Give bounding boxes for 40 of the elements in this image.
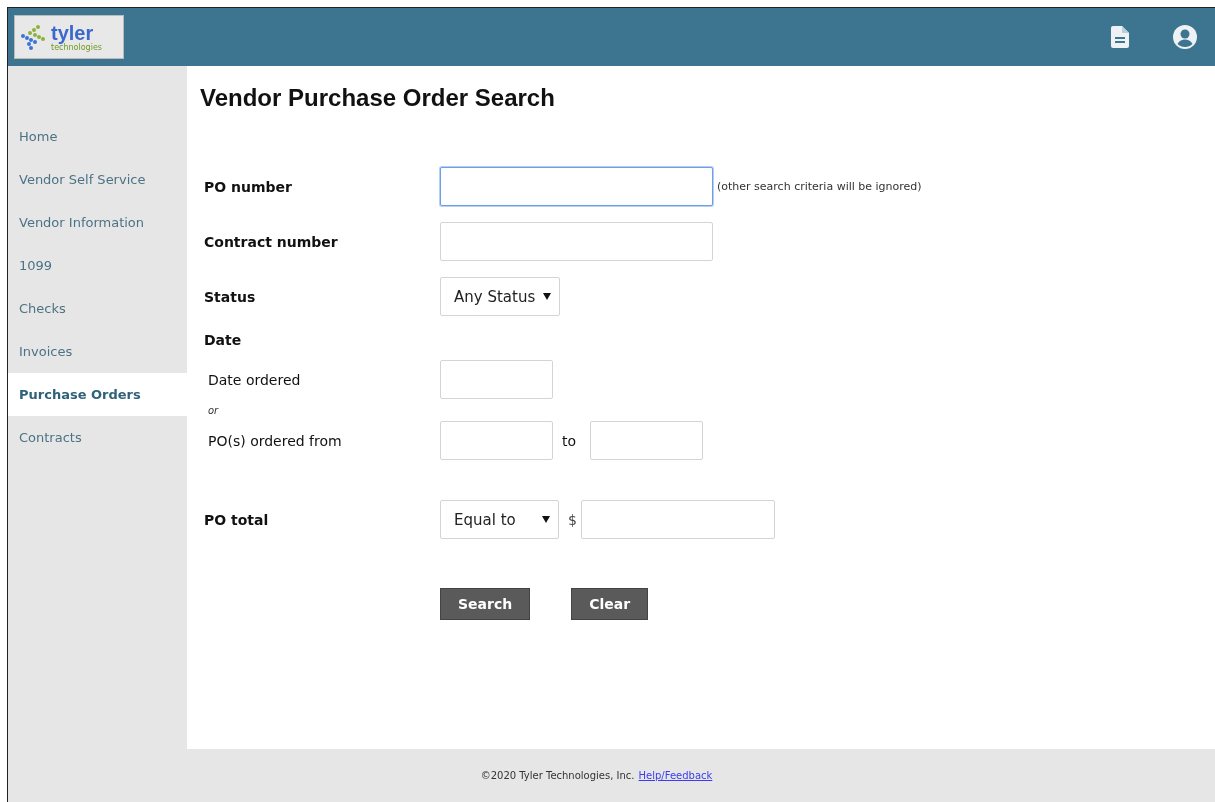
field-label: Date ordered xyxy=(207,371,302,388)
status-dropdown[interactable]: Any Status xyxy=(440,277,560,316)
sidebar-item[interactable]: Home xyxy=(8,115,187,158)
date-field[interactable] xyxy=(440,360,553,399)
sidebar-item[interactable]: 1099 xyxy=(8,244,187,287)
sidebar-item[interactable]: Vendor Information xyxy=(8,201,187,244)
logo-name: tyler xyxy=(51,22,94,43)
clear-button[interactable]: Clear xyxy=(571,588,649,620)
copyright-text: ©2020 Tyler Technologies, Inc. xyxy=(480,770,635,781)
or-label: or xyxy=(207,404,219,416)
section-label: Date xyxy=(204,332,243,348)
currency-sign: $ xyxy=(568,511,577,528)
input-field[interactable] xyxy=(440,167,713,206)
user-icon[interactable] xyxy=(1173,25,1197,49)
range-joiner: to xyxy=(562,432,577,449)
search-button[interactable]: Search xyxy=(440,588,531,620)
field-label: PO number xyxy=(204,178,293,195)
date-field[interactable] xyxy=(440,421,553,460)
caret-icon xyxy=(543,293,551,300)
field-note: (other search criteria will be ignored) xyxy=(717,180,922,193)
sidebar-item[interactable]: Purchase Orders xyxy=(8,373,187,416)
sidebar-item[interactable]: Contracts xyxy=(8,416,187,459)
field-label: Contract number xyxy=(204,233,339,250)
field-label: Status xyxy=(204,288,257,305)
sidebar-item[interactable]: Invoices xyxy=(8,330,187,373)
comparison-dropdown[interactable]: Equal to xyxy=(440,500,559,539)
field-label: PO total xyxy=(204,511,270,528)
sidebar-item[interactable]: Vendor Self Service xyxy=(8,158,187,201)
document-icon[interactable] xyxy=(1111,26,1129,48)
page-title: Vendor Purchase Order Search xyxy=(200,84,556,112)
help-link[interactable]: Help/Feedback xyxy=(638,770,713,781)
input-field[interactable] xyxy=(440,222,713,261)
logo-tagline: technologies xyxy=(51,43,102,52)
field-label: PO(s) ordered from xyxy=(207,432,343,449)
logo[interactable]: tyler technologies xyxy=(14,15,124,59)
dots-logo-icon xyxy=(20,24,48,50)
date-field[interactable] xyxy=(590,421,704,460)
sidebar-item[interactable]: Checks xyxy=(8,287,187,330)
caret-icon xyxy=(542,516,550,523)
amount-field[interactable] xyxy=(580,500,775,539)
